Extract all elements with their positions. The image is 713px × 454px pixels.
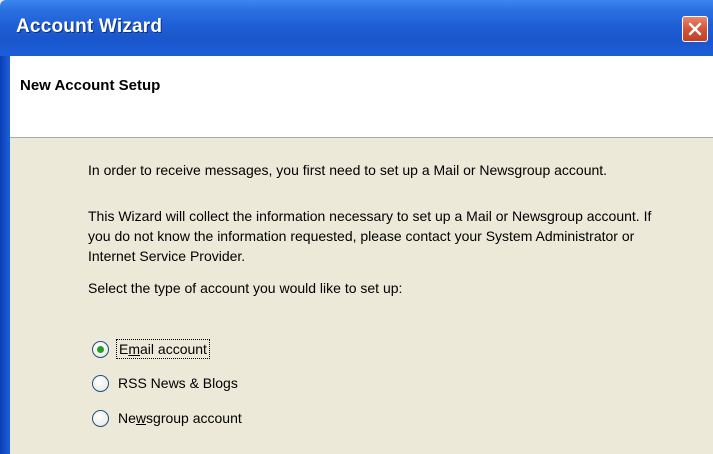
page-title: New Account Setup [20,77,161,94]
select-prompt: Select the type of account you would lik… [88,280,403,296]
email-account-label[interactable]: Email account [116,339,210,359]
info-text: This Wizard will collect the information… [88,208,652,264]
close-icon [688,22,702,36]
newsgroup-account-option[interactable]: Newsgroup account [92,406,242,430]
window-left-border [0,56,10,454]
rss-news-blogs-label[interactable]: RSS News & Blogs [118,375,238,391]
wizard-content: In order to receive messages, you first … [10,138,713,454]
close-button[interactable] [682,16,708,42]
wizard-header-panel: New Account Setup [10,56,713,138]
intro-text: In order to receive messages, you first … [88,162,608,178]
newsgroup-account-label[interactable]: Newsgroup account [118,410,242,426]
window-title: Account Wizard [16,16,163,37]
rss-news-blogs-option[interactable]: RSS News & Blogs [92,371,238,395]
title-bar[interactable]: Account Wizard [0,0,713,56]
email-account-option[interactable]: Email account [92,337,210,361]
account-wizard-window: Account Wizard New Account Setup In orde… [0,0,713,454]
rss-news-blogs-radio[interactable] [92,374,109,392]
newsgroup-account-radio[interactable] [92,409,109,427]
email-account-radio[interactable] [92,340,109,358]
